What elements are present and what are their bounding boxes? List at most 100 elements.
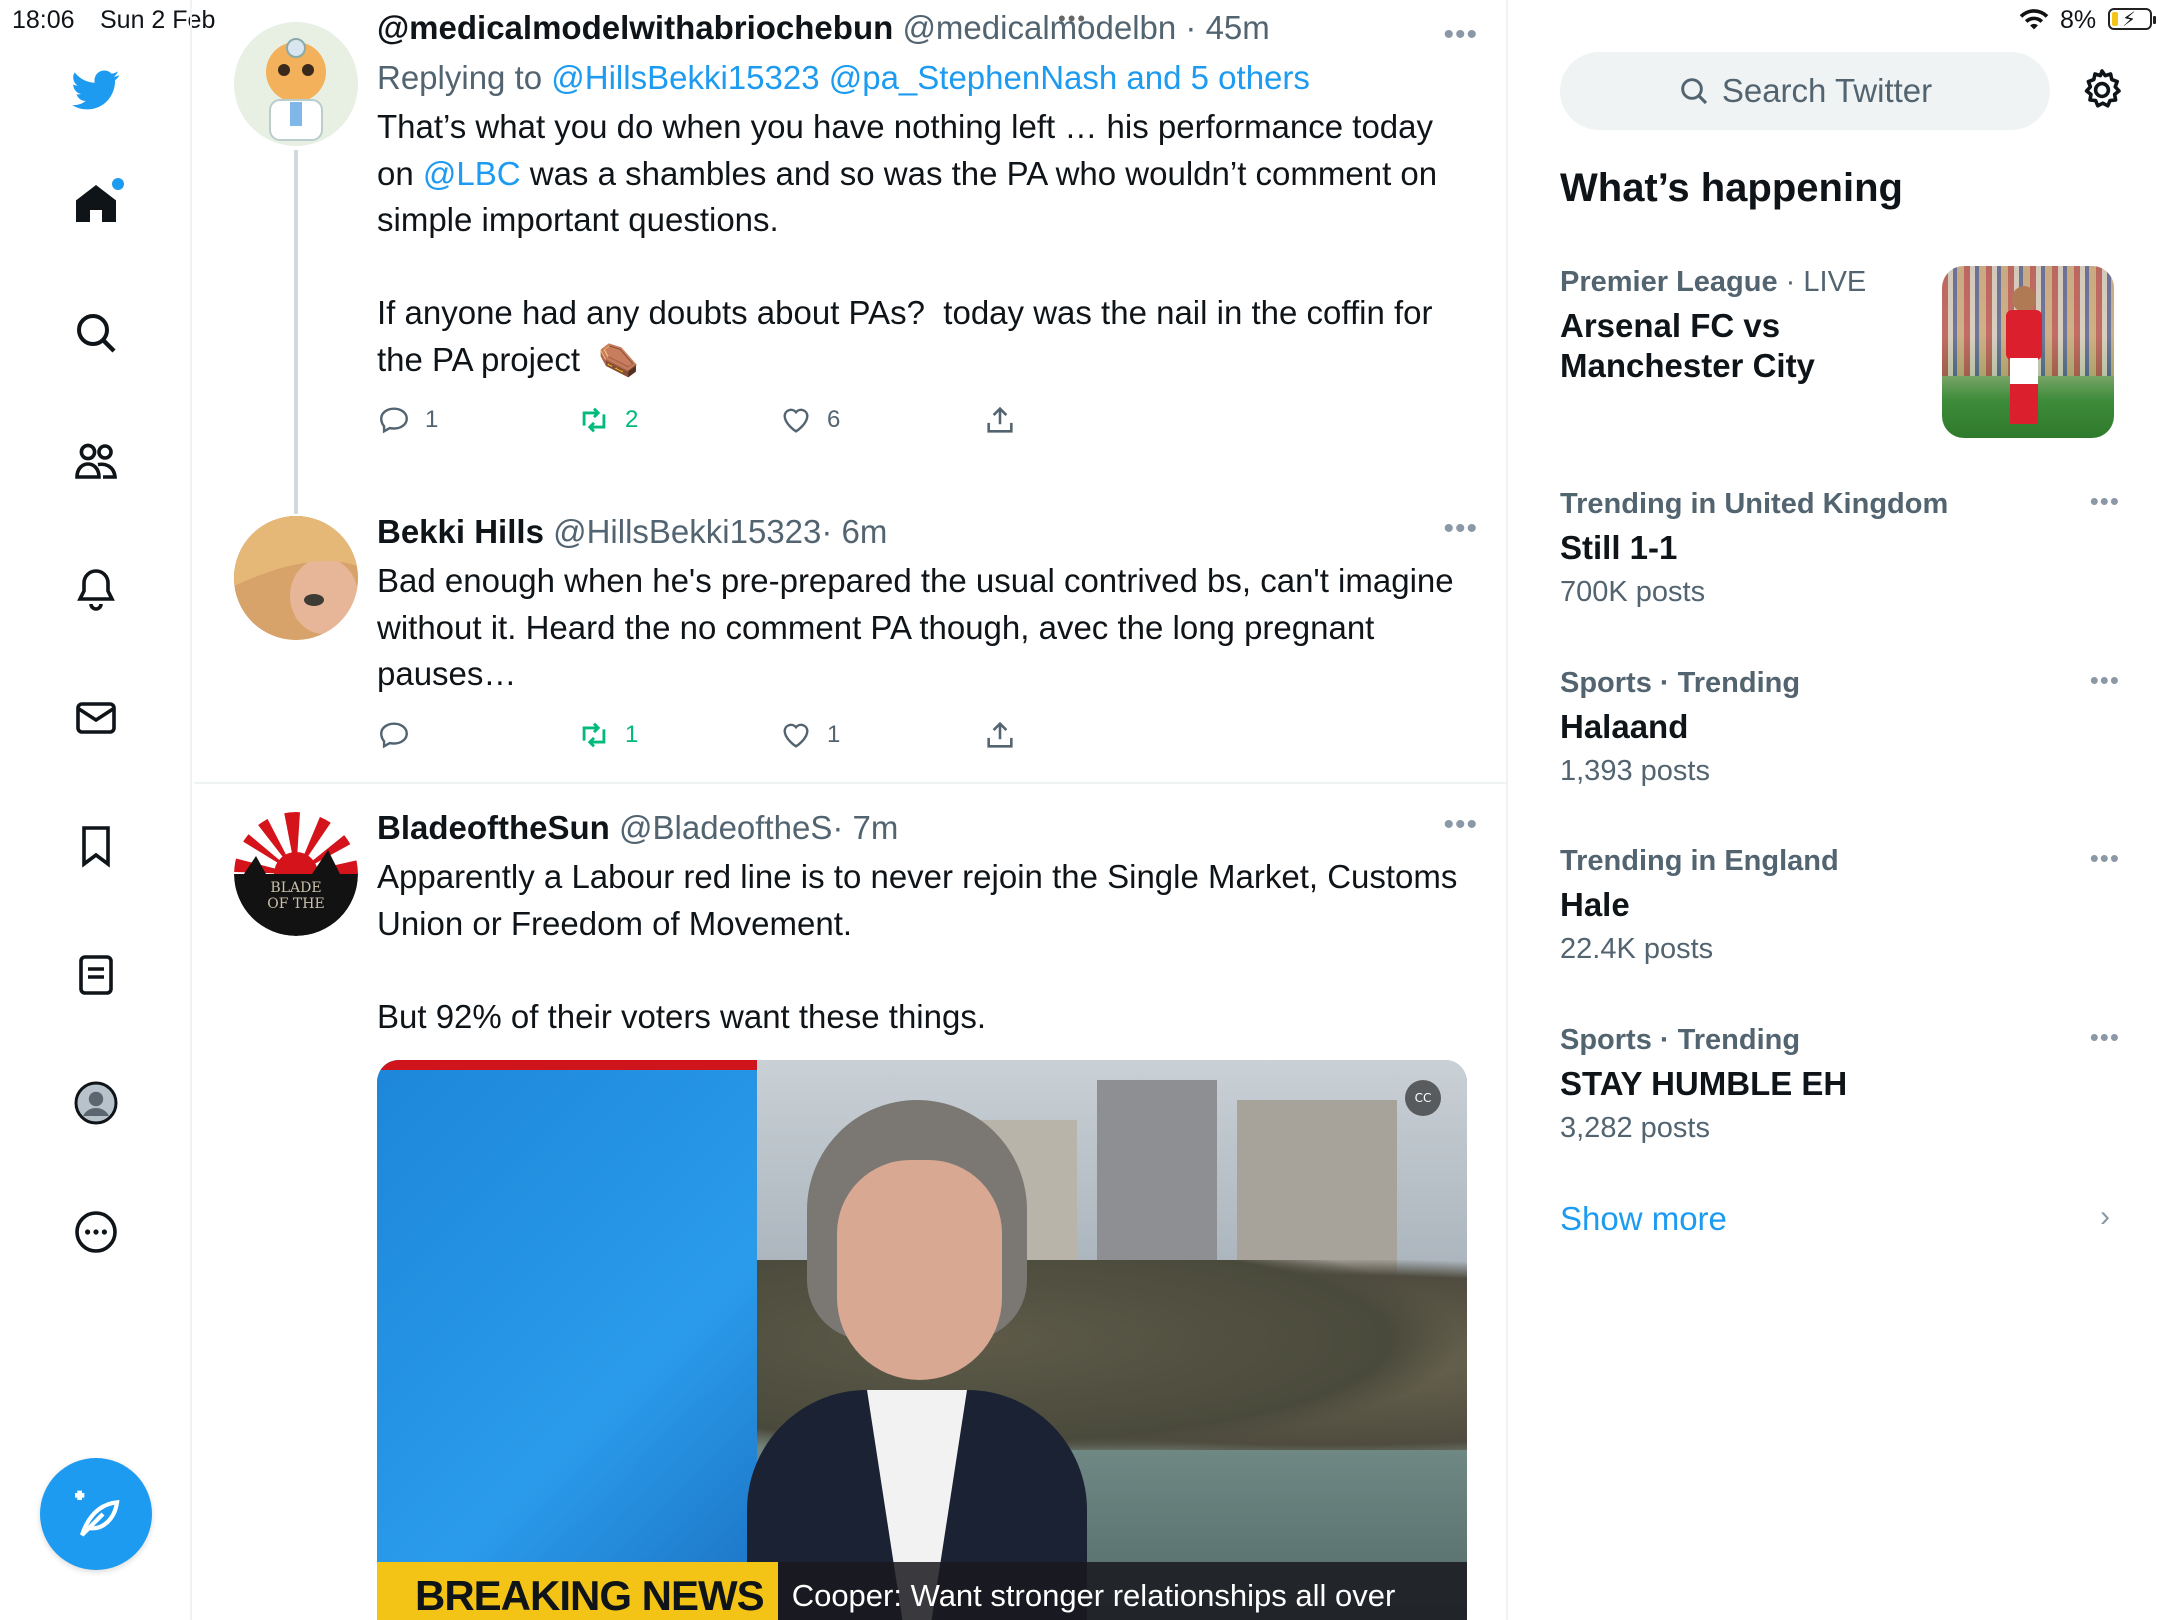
trend-item[interactable]: Trending in United Kingdom Still 1-1 700… (1560, 486, 2120, 609)
thread-connector (294, 150, 298, 514)
trend-more-button[interactable]: ••• (2090, 486, 2120, 517)
news-ticker-text: Cooper: Want stronger relationships all … (777, 1562, 1467, 1620)
tweet-author-handle: @BladeoftheS (619, 809, 833, 846)
avatar-medicalmodel[interactable] (234, 22, 358, 146)
avatar-caption: BLADE OF THE (267, 880, 325, 912)
tweet-text-part: was a shambles and so was the PA who wou… (377, 154, 1438, 378)
tweet-more-button[interactable]: ••• (1443, 512, 1478, 546)
tweet-time: · 6m (821, 513, 888, 550)
search-twitter-input[interactable]: Search Twitter (1560, 52, 2050, 130)
tweet-time: · 7m (832, 809, 899, 846)
reply-icon (380, 721, 408, 748)
notification-dot (112, 178, 124, 190)
share-icon (987, 406, 1013, 433)
trend-thumbnail[interactable] (1942, 266, 2114, 438)
tweet-text: Apparently a Labour red line is to never… (377, 858, 1458, 1035)
chevron-right-icon: › (2100, 1200, 2110, 1233)
bookmarks-icon[interactable] (68, 818, 124, 874)
home-icon[interactable] (68, 176, 124, 232)
share-icon (987, 721, 1013, 748)
trend-item[interactable]: Sports · Trending STAY HUMBLE EH 3,282 p… (1560, 1022, 2120, 1145)
search-icon (1681, 78, 1707, 105)
tweet-author-name[interactable]: BladeoftheSun (377, 809, 610, 846)
right-sidebar: Search Twitter What’s happening Premier … (1510, 0, 2160, 1620)
retweet-icon (582, 722, 606, 747)
retweet-count: 2 (625, 406, 639, 433)
like-count: 1 (827, 720, 841, 748)
reply-button[interactable] (377, 718, 425, 752)
trend-topic: Arsenal FC vs Manchester City (1560, 307, 1815, 384)
like-button[interactable]: 6 (779, 403, 840, 437)
breaking-news-banner: BREAKING NEWS Cooper: Want stronger rela… (377, 1562, 1467, 1620)
compose-tweet-button[interactable] (40, 1458, 152, 1570)
trend-context: Trending in England (1560, 845, 1839, 877)
trend-topic: STAY HUMBLE EH (1560, 1065, 1848, 1102)
tweet-author-name[interactable]: Bekki Hills (377, 513, 544, 550)
search-icon[interactable] (68, 305, 124, 361)
trend-post-count: 3,282 posts (1560, 1112, 1710, 1144)
retweet-button[interactable]: 1 (577, 718, 638, 752)
tweet-author-name[interactable]: @medicalmodelwithabriochebun (377, 9, 893, 46)
trend-item[interactable]: Trending in England Hale 22.4K posts ••• (1560, 843, 2120, 966)
share-button[interactable] (983, 718, 1017, 752)
heart-icon (783, 723, 809, 748)
reply-count: 1 (425, 406, 439, 433)
twitter-logo-icon[interactable] (68, 62, 124, 118)
notifications-bell-icon[interactable] (68, 561, 124, 617)
tweet-more-button[interactable]: ••• (1443, 18, 1478, 44)
replying-to: Replying to @HillsBekki15323 @pa_Stephen… (377, 58, 1477, 98)
timeline-feed: @medicalmodelwithabriochebun @medicalmod… (194, 0, 1508, 1620)
trend-post-count: 1,393 posts (1560, 755, 1710, 787)
like-count: 6 (827, 406, 841, 433)
replying-prefix: Replying to (377, 59, 552, 96)
trend-more-button[interactable]: ••• (2090, 1022, 2120, 1053)
replying-mentions-link[interactable]: @HillsBekki15323 @pa_StephenNash and 5 o… (551, 59, 1310, 96)
captions-icon[interactable]: CC (1405, 1080, 1441, 1116)
avatar-bekki-hills[interactable] (234, 516, 358, 640)
trend-more-button[interactable]: ••• (2090, 843, 2120, 874)
trend-topic: Halaand (1560, 708, 1689, 745)
tweet-text: Bad enough when he's pre-prepared the us… (377, 562, 1463, 692)
compose-feather-icon (75, 1490, 120, 1537)
mention-lbc-link[interactable]: @LBC (423, 155, 521, 192)
breaking-news-label: BREAKING NEWS (377, 1562, 778, 1620)
search-placeholder: Search Twitter (1721, 72, 1933, 109)
tweet-author-handle: @HillsBekki15323 (553, 513, 822, 550)
reply-icon (380, 407, 408, 434)
tweet-text: That’s what you do when you have nothing… (377, 104, 1477, 383)
tweet-actions: 1 1 (377, 718, 1477, 764)
tweet-more-button[interactable]: ••• (1443, 808, 1478, 842)
like-button[interactable]: 1 (779, 718, 840, 752)
trend-context: Trending in United Kingdom (1560, 488, 1949, 520)
trend-topic: Hale (1560, 886, 1630, 923)
trend-more-button[interactable]: ••• (2090, 665, 2120, 696)
trend-context: Sports · Trending (1560, 1024, 1801, 1056)
tweet-author-handle: @medicalmodelbn (902, 9, 1177, 46)
trend-context: Sports · Trending (1560, 667, 1801, 699)
tweet-video-media[interactable]: CC BREAKING NEWS Cooper: Want stronger r… (377, 1060, 1467, 1620)
more-options-icon[interactable] (68, 1204, 124, 1260)
tweet-actions: 1 2 6 (377, 403, 1477, 449)
left-nav (0, 0, 192, 1620)
messages-envelope-icon[interactable] (68, 690, 124, 746)
trend-post-count: 700K posts (1560, 576, 1706, 608)
show-more-link[interactable]: Show more (1560, 1200, 1727, 1238)
heart-icon (783, 408, 809, 433)
retweet-button[interactable]: 2 (577, 403, 638, 437)
whats-happening-title: What’s happening (1560, 166, 1903, 210)
trend-item[interactable]: Sports · Trending Halaand 1,393 posts ••… (1560, 665, 2120, 788)
trend-topic: Still 1-1 (1560, 529, 1678, 566)
retweet-count: 1 (625, 720, 639, 748)
tweet-time: · 45m (1185, 9, 1270, 46)
trend-post-count: 22.4K posts (1560, 933, 1714, 965)
lists-icon[interactable] (68, 947, 124, 1003)
retweet-icon (582, 407, 606, 433)
reply-button[interactable]: 1 (377, 403, 438, 437)
tweet-divider (194, 782, 1506, 784)
avatar-bladeofthesun[interactable]: BLADE OF THE (234, 812, 358, 936)
share-button[interactable] (983, 403, 1017, 437)
communities-icon[interactable] (68, 433, 124, 489)
profile-avatar-icon[interactable] (68, 1075, 124, 1131)
settings-gear-icon[interactable] (2078, 66, 2126, 114)
video-person (747, 1100, 1087, 1620)
